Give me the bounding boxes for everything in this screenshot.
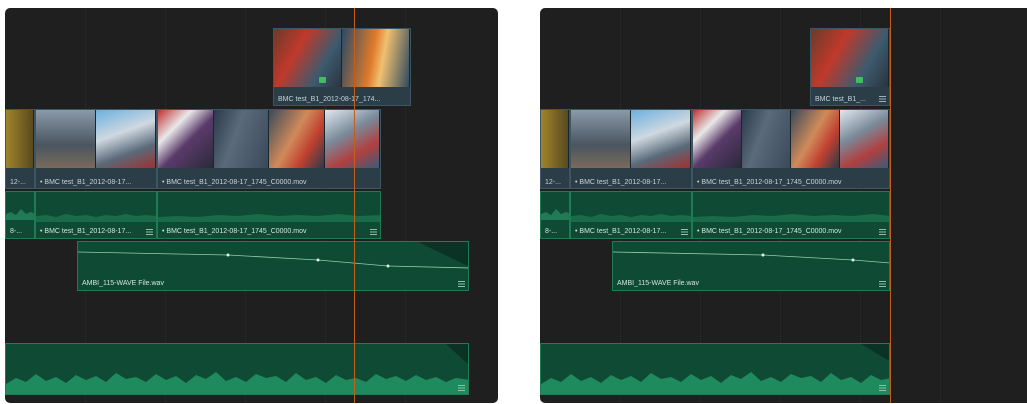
audio-clip-a1-b[interactable]: • BMC test_B1_2012-08-17... — [570, 191, 692, 239]
audio-clip-a2[interactable]: AMBI_115-WAVE File.wav — [612, 241, 890, 291]
clip-label: • BMC test_B1_2012-08-17_1745_C0000.mov — [162, 179, 307, 186]
flag-icon — [319, 77, 326, 83]
clip-menu-icon[interactable] — [146, 229, 153, 235]
clip-label: 12-... — [10, 179, 26, 186]
waveform — [693, 214, 889, 222]
audio-clip-a1-c[interactable]: • BMC test_B1_2012-08-17_1745_C0000.mov — [692, 191, 890, 239]
clip-menu-icon[interactable] — [879, 96, 886, 102]
audio-clip-a1-c[interactable]: • BMC test_B1_2012-08-17_1745_C0000.mov — [157, 191, 381, 239]
playhead[interactable] — [354, 8, 355, 403]
clip-label: 8-... — [10, 228, 23, 235]
clip-thumbnails — [811, 29, 889, 87]
video-clip-v1-b[interactable]: • BMC test_B1_2012-08-17... — [570, 109, 692, 189]
clip-label: 12-... — [545, 179, 561, 186]
clip-label: • BMC test_B1_2012-08-17_1745_C0000.mov — [162, 228, 307, 235]
video-clip-v2[interactable]: BMC test_B1_2012-08-17_174... — [273, 28, 411, 106]
clip-label: • BMC test_B1_2012-08-17... — [575, 179, 667, 186]
timeline-panel-before[interactable]: BMC test_B1_2012-08-17_174... 12-... • B… — [5, 8, 498, 403]
clip-label: 8-... — [545, 228, 558, 235]
clip-thumbnails — [36, 110, 156, 168]
clip-menu-icon[interactable] — [879, 281, 886, 287]
waveform — [36, 214, 156, 222]
video-clip-v2[interactable]: BMC test_B1_... — [810, 28, 890, 106]
clip-thumbnails — [693, 110, 889, 168]
waveform — [541, 209, 569, 220]
clip-thumbnails — [571, 110, 691, 168]
clip-menu-icon[interactable] — [458, 281, 465, 287]
clip-label: BMC test_B1_... — [815, 96, 866, 103]
clip-menu-icon[interactable] — [458, 385, 465, 391]
video-clip-v1-c[interactable]: • BMC test_B1_2012-08-17_1745_C0000.mov — [157, 109, 381, 189]
audio-clip-a3[interactable] — [5, 343, 469, 395]
video-clip-v1-c[interactable]: • BMC test_B1_2012-08-17_1745_C0000.mov — [692, 109, 890, 189]
clip-label: • BMC test_B1_2012-08-17_1745_C0000.mov — [697, 179, 842, 186]
video-clip-v1-b[interactable]: • BMC test_B1_2012-08-17... — [35, 109, 157, 189]
clip-label: AMBI_115-WAVE File.wav — [617, 280, 699, 287]
waveform — [158, 214, 380, 222]
grid-line — [940, 8, 941, 403]
audio-clip-a1-a[interactable]: 8-... — [540, 191, 570, 239]
clip-label: AMBI_115-WAVE File.wav — [82, 280, 164, 287]
flag-icon — [856, 77, 863, 83]
audio-clip-a2[interactable]: AMBI_115-WAVE File.wav — [77, 241, 469, 291]
clip-menu-icon[interactable] — [681, 229, 688, 235]
clip-label: • BMC test_B1_2012-08-17_1745_C0000.mov — [697, 228, 842, 235]
playhead[interactable] — [890, 8, 891, 403]
clip-label: BMC test_B1_2012-08-17_174... — [278, 96, 381, 103]
clip-thumbnails — [541, 110, 569, 168]
clip-thumbnails — [274, 29, 410, 87]
clip-label: • BMC test_B1_2012-08-17... — [40, 179, 132, 186]
waveform — [541, 344, 889, 394]
clip-thumbnails — [158, 110, 380, 168]
waveform — [6, 209, 34, 220]
timeline-panel-after[interactable]: BMC test_B1_... 12-... • BMC test_B1_201… — [540, 8, 1027, 403]
audio-clip-a3[interactable] — [540, 343, 890, 395]
video-clip-v1-a[interactable]: 12-... — [5, 109, 35, 189]
clip-menu-icon[interactable] — [879, 229, 886, 235]
waveform — [6, 344, 468, 394]
audio-clip-a1-a[interactable]: 8-... — [5, 191, 35, 239]
audio-clip-a1-b[interactable]: • BMC test_B1_2012-08-17... — [35, 191, 157, 239]
clip-menu-icon[interactable] — [370, 229, 377, 235]
clip-thumbnails — [6, 110, 34, 168]
video-clip-v1-a[interactable]: 12-... — [540, 109, 570, 189]
waveform — [571, 214, 691, 222]
clip-label: • BMC test_B1_2012-08-17... — [575, 228, 667, 235]
clip-menu-icon[interactable] — [879, 385, 886, 391]
clip-label: • BMC test_B1_2012-08-17... — [40, 228, 132, 235]
